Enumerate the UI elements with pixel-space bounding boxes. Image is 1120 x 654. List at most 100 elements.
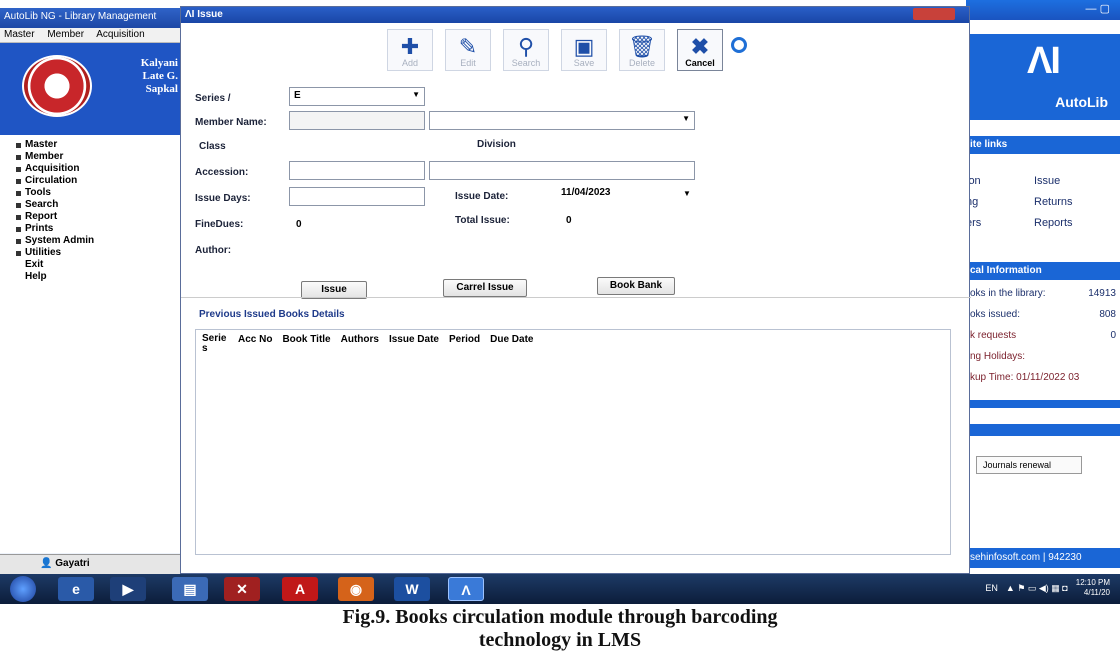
window-controls[interactable]: — ▢ xyxy=(966,0,1120,20)
author-label: Author: xyxy=(195,245,232,256)
book-bank-button[interactable]: Book Bank xyxy=(597,277,675,295)
button-label: Edit xyxy=(460,58,476,68)
col-series[interactable]: Serie s xyxy=(202,334,228,354)
tray-icons[interactable]: ▲ ⚑ ▭ ◀) ▦ ◘ xyxy=(1006,583,1068,594)
bullet-icon xyxy=(16,142,21,148)
edit-icon: ✎ xyxy=(458,34,478,59)
info-value: 808 xyxy=(1099,309,1116,320)
nav-item-exit[interactable]: Exit xyxy=(16,259,182,271)
carrel-issue-button[interactable]: Carrel Issue xyxy=(443,279,527,297)
caption-line: technology in LMS xyxy=(478,629,642,651)
cancel-icon: ✖ xyxy=(690,34,710,59)
quick-link[interactable]: ng xyxy=(966,196,1034,208)
quick-link-returns[interactable]: Returns xyxy=(1034,196,1073,208)
col-due-date[interactable]: Due Date xyxy=(490,334,533,354)
left-sidebar: Kalyani Late G. Sapkal Master Member Acq… xyxy=(0,43,184,553)
col-acc-no[interactable]: Acc No xyxy=(238,334,272,354)
org-name: Kalyani Late G. Sapkal xyxy=(104,57,178,96)
figure-caption: Fig.9. Books circulation module through … xyxy=(0,604,1120,654)
book-title-field[interactable] xyxy=(429,161,695,180)
info-value: 14913 xyxy=(1088,288,1116,299)
help-icon[interactable] xyxy=(731,37,747,53)
start-button-icon[interactable] xyxy=(10,576,36,602)
nav-item-tools[interactable]: Tools xyxy=(16,187,182,199)
pdf-icon[interactable]: A xyxy=(282,577,318,601)
col-authors[interactable]: Authors xyxy=(341,334,379,354)
cancel-button[interactable]: ✖ Cancel xyxy=(677,29,723,71)
total-issue-label: Total Issue: xyxy=(455,215,510,226)
nav-item-help[interactable]: Help xyxy=(16,271,182,283)
acrobat-icon[interactable]: ✕ xyxy=(224,577,260,601)
scanner-icon[interactable]: ▤ xyxy=(172,577,208,601)
bullet-icon xyxy=(16,166,21,172)
member-name-select[interactable]: ▼ xyxy=(429,111,695,130)
division-label: Division xyxy=(477,139,516,150)
menu-master[interactable]: Master xyxy=(4,29,35,40)
issue-days-input[interactable] xyxy=(289,187,425,206)
quick-link-reports[interactable]: Reports xyxy=(1034,217,1073,229)
nav-label: Exit xyxy=(25,259,44,270)
save-button[interactable]: ▣ Save xyxy=(561,29,607,71)
quick-links: ion Issue ng Returns ers Reports xyxy=(966,170,1120,233)
quick-link[interactable]: ion xyxy=(966,175,1034,187)
nav-label: Utilities xyxy=(25,247,62,258)
ie-icon[interactable]: e xyxy=(58,577,94,601)
nav-item-member[interactable]: Member xyxy=(16,151,182,163)
language-indicator[interactable]: EN xyxy=(985,583,998,593)
user-icon: 👤 xyxy=(40,558,56,569)
previous-issued-table[interactable]: Serie s Acc No Book Title Authors Issue … xyxy=(195,329,951,555)
quick-link[interactable]: ers xyxy=(966,217,1034,229)
clock[interactable]: 12:10 PM 4/11/20 xyxy=(1076,578,1110,598)
nav-label: Circulation xyxy=(25,175,78,186)
add-button[interactable]: ✚ Add xyxy=(387,29,433,71)
nav-item-search[interactable]: Search xyxy=(16,199,182,211)
media-player-icon[interactable]: ▶ xyxy=(110,577,146,601)
menu-acquisition[interactable]: Acquisition xyxy=(96,29,144,40)
chevron-down-icon[interactable]: ▼ xyxy=(683,189,691,198)
nav-label: Member xyxy=(25,151,64,162)
nav-item-acquisition[interactable]: Acquisition xyxy=(16,163,182,175)
nav-item-system-admin[interactable]: System Admin xyxy=(16,235,182,247)
org-line: Sapkal xyxy=(145,83,178,95)
edit-button[interactable]: ✎ Edit xyxy=(445,29,491,71)
nav-item-master[interactable]: Master xyxy=(16,139,182,151)
bullet-icon xyxy=(16,214,21,220)
accession-input[interactable] xyxy=(289,161,425,180)
series-select[interactable]: E ▼ xyxy=(289,87,425,106)
app-icon: ɅI xyxy=(185,9,198,20)
col-book-title[interactable]: Book Title xyxy=(282,334,330,354)
col-issue-date[interactable]: Issue Date xyxy=(389,334,439,354)
delete-button[interactable]: 🗑 Delete xyxy=(619,29,665,71)
word-icon[interactable]: W xyxy=(394,577,430,601)
fine-dues-label: FineDues: xyxy=(195,219,244,230)
chevron-down-icon: ▼ xyxy=(412,90,420,99)
button-label: Cancel xyxy=(685,58,715,68)
autolib-task-icon[interactable]: Ʌ xyxy=(448,577,484,601)
button-label: Add xyxy=(401,58,418,68)
windows-taskbar: e ▶ ▤ ✕ A ◉ W Ʌ EN ▲ ⚑ ▭ ◀) ▦ ◘ 12:10 PM… xyxy=(0,574,1120,604)
close-button[interactable] xyxy=(913,8,955,20)
member-id-field[interactable] xyxy=(289,111,425,130)
nav-item-report[interactable]: Report xyxy=(16,211,182,223)
issue-dialog: ɅI Issue ✚ Add ✎ Edit ⚲ Search ▣ Save 🗑 Delet… xyxy=(180,6,971,574)
quick-link-issue[interactable]: Issue xyxy=(1034,175,1060,187)
brand-name: AutoLib xyxy=(1055,94,1108,110)
col-period[interactable]: Period xyxy=(449,334,480,354)
menu-member[interactable]: Member xyxy=(47,29,84,40)
issue-date-value[interactable]: 11/04/2023 xyxy=(561,187,611,198)
save-icon: ▣ xyxy=(573,34,595,59)
journals-renewal-tab[interactable]: Journals renewal xyxy=(976,456,1082,474)
college-logo xyxy=(22,55,92,117)
divider xyxy=(966,400,1120,408)
search-button[interactable]: ⚲ Search xyxy=(503,29,549,71)
nav-item-circulation[interactable]: Circulation xyxy=(16,175,182,187)
nav-item-utilities[interactable]: Utilities xyxy=(16,247,182,259)
bullet-icon xyxy=(16,190,21,196)
chrome-icon[interactable]: ◉ xyxy=(338,577,374,601)
sidebar-gutter xyxy=(0,135,14,553)
screenshot-page: AutoLib NG - Library Management Master M… xyxy=(0,0,1120,654)
button-label: Save xyxy=(573,58,595,68)
nav-item-prints[interactable]: Prints xyxy=(16,223,182,235)
autolib-brand: ɅI AutoLib xyxy=(966,34,1120,120)
vendor-footer[interactable]: sehinfosoft.com | 942230 xyxy=(966,548,1120,568)
